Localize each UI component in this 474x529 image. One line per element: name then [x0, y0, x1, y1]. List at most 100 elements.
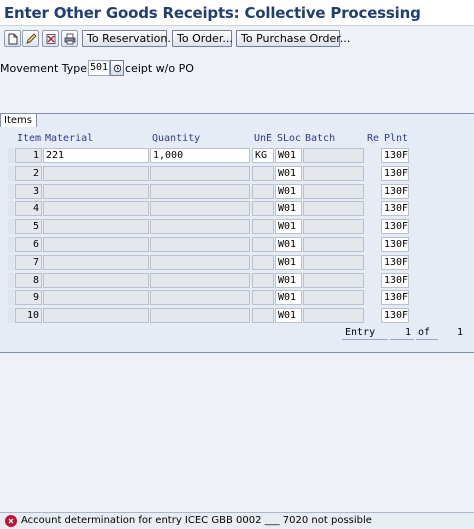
quantity-input[interactable] — [150, 201, 250, 216]
column-header-material[interactable]: Material — [45, 133, 93, 144]
batch-input[interactable] — [303, 273, 364, 288]
material-input[interactable] — [43, 166, 149, 181]
print-icon[interactable] — [61, 30, 78, 47]
new-document-icon[interactable] — [4, 30, 21, 47]
plant-input[interactable]: 130F — [381, 201, 409, 216]
quantity-input[interactable] — [150, 184, 250, 199]
item-number-cell: 2 — [15, 166, 42, 181]
movement-type-help-button[interactable] — [110, 60, 124, 76]
sloc-input[interactable]: W01 — [275, 201, 302, 216]
column-header-item[interactable]: Item — [17, 133, 41, 144]
row-selector[interactable] — [8, 290, 14, 305]
plant-input[interactable]: 130F — [381, 237, 409, 252]
item-number-cell: 9 — [15, 290, 42, 305]
plant-input[interactable]: 130F — [381, 219, 409, 234]
row-selector[interactable] — [8, 201, 14, 216]
delete-icon[interactable] — [42, 30, 59, 47]
plant-input[interactable]: 130F — [381, 184, 409, 199]
to-reservation-button[interactable]: To Reservation... — [82, 30, 178, 47]
sloc-input[interactable]: W01 — [275, 308, 302, 323]
quantity-input[interactable] — [150, 219, 250, 234]
quantity-input[interactable] — [150, 290, 250, 305]
pager-of-box — [416, 326, 438, 340]
plant-input[interactable]: 130F — [381, 255, 409, 270]
column-header-re[interactable]: Re — [367, 133, 379, 144]
movement-type-input[interactable]: 501 — [88, 60, 110, 76]
unit-input[interactable] — [252, 308, 274, 323]
row-selector[interactable] — [8, 166, 14, 181]
batch-input[interactable] — [303, 219, 364, 234]
unit-input[interactable] — [252, 166, 274, 181]
row-selector[interactable] — [8, 219, 14, 234]
sloc-input[interactable]: W01 — [275, 148, 302, 163]
material-input[interactable] — [43, 290, 149, 305]
plant-input[interactable]: 130F — [381, 273, 409, 288]
batch-input[interactable] — [303, 237, 364, 252]
sloc-input[interactable]: W01 — [275, 219, 302, 234]
item-number-cell: 3 — [15, 184, 42, 199]
plant-input[interactable]: 130F — [381, 148, 409, 163]
unit-input[interactable] — [252, 273, 274, 288]
unit-input[interactable] — [252, 237, 274, 252]
unit-input[interactable] — [252, 255, 274, 270]
quantity-input[interactable] — [150, 166, 250, 181]
row-selector[interactable] — [8, 308, 14, 323]
material-input[interactable] — [43, 201, 149, 216]
row-selector[interactable] — [8, 237, 14, 252]
error-icon — [5, 515, 17, 527]
batch-input[interactable] — [303, 166, 364, 181]
to-order-button[interactable]: To Order... — [172, 30, 233, 47]
application-toolbar: To Reservation... To Order... To Purchas… — [0, 27, 474, 51]
material-input[interactable] — [43, 184, 149, 199]
plant-input[interactable]: 130F — [381, 290, 409, 305]
unit-input[interactable] — [252, 219, 274, 234]
edit-icon[interactable] — [22, 30, 39, 47]
column-header-sloc[interactable]: SLoc — [277, 133, 301, 144]
unit-input[interactable] — [252, 290, 274, 305]
quantity-input[interactable]: 1,000 — [150, 148, 250, 163]
column-header-batch[interactable]: Batch — [305, 133, 335, 144]
row-selector[interactable] — [8, 184, 14, 199]
quantity-input[interactable] — [150, 273, 250, 288]
to-purchase-order-button[interactable]: To Purchase Order... — [236, 30, 350, 47]
material-input[interactable] — [43, 219, 149, 234]
row-selector[interactable] — [8, 148, 14, 163]
material-input[interactable] — [43, 308, 149, 323]
sloc-input[interactable]: W01 — [275, 255, 302, 270]
item-number-cell: 7 — [15, 255, 42, 270]
pager-current-value[interactable]: 1 — [405, 327, 411, 338]
quantity-input[interactable] — [150, 255, 250, 270]
quantity-input[interactable] — [150, 237, 250, 252]
unit-input[interactable] — [252, 201, 274, 216]
row-selector[interactable] — [8, 273, 14, 288]
material-input[interactable]: 221 — [43, 148, 149, 163]
material-input[interactable] — [43, 237, 149, 252]
unit-input[interactable] — [252, 184, 274, 199]
sloc-input[interactable]: W01 — [275, 290, 302, 305]
sloc-input[interactable]: W01 — [275, 237, 302, 252]
column-header-quantity[interactable]: Quantity — [152, 133, 200, 144]
status-message[interactable]: Account determination for entry ICEC GBB… — [21, 515, 372, 526]
sloc-input[interactable]: W01 — [275, 184, 302, 199]
material-input[interactable] — [43, 255, 149, 270]
batch-input[interactable] — [303, 201, 364, 216]
column-header-unit[interactable]: UnE — [254, 133, 272, 144]
batch-input[interactable] — [303, 148, 364, 163]
batch-input[interactable] — [303, 255, 364, 270]
item-number-cell: 6 — [15, 237, 42, 252]
sloc-input[interactable]: W01 — [275, 166, 302, 181]
batch-input[interactable] — [303, 290, 364, 305]
column-header-plant[interactable]: Plnt — [384, 133, 408, 144]
unit-input[interactable]: KG — [252, 148, 274, 163]
row-selector[interactable] — [8, 255, 14, 270]
item-number-cell: 4 — [15, 201, 42, 216]
batch-input[interactable] — [303, 184, 364, 199]
pager-total-value: 1 — [457, 327, 464, 338]
material-input[interactable] — [43, 273, 149, 288]
quantity-input[interactable] — [150, 308, 250, 323]
search-help-icon — [113, 64, 121, 72]
batch-input[interactable] — [303, 308, 364, 323]
plant-input[interactable]: 130F — [381, 166, 409, 181]
sloc-input[interactable]: W01 — [275, 273, 302, 288]
plant-input[interactable]: 130F — [381, 308, 409, 323]
